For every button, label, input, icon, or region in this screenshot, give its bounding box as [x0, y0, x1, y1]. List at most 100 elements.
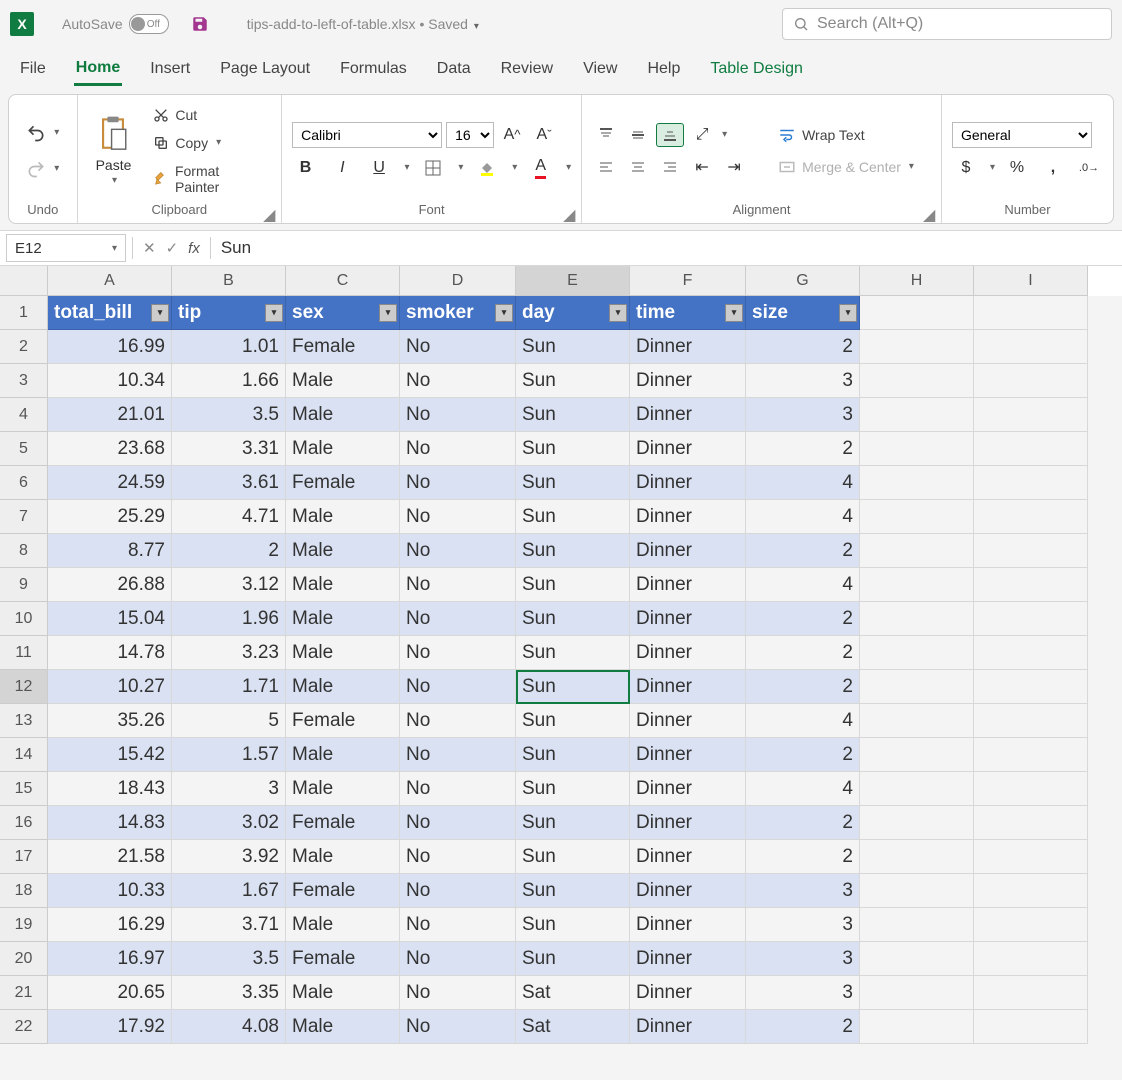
cell-A18[interactable]: 10.33 — [48, 874, 172, 908]
cell-D22[interactable]: No — [400, 1010, 516, 1044]
cell-C3[interactable]: Male — [286, 364, 400, 398]
cell-D13[interactable]: No — [400, 704, 516, 738]
cell-C22[interactable]: Male — [286, 1010, 400, 1044]
cell-G18[interactable]: 3 — [746, 874, 860, 908]
cell-D10[interactable]: No — [400, 602, 516, 636]
filter-button[interactable]: ▾ — [265, 304, 283, 322]
row-header-5[interactable]: 5 — [0, 432, 48, 466]
cell-D9[interactable]: No — [400, 568, 516, 602]
tab-view[interactable]: View — [581, 54, 619, 84]
cell-F21[interactable]: Dinner — [630, 976, 746, 1010]
col-header-H[interactable]: H — [860, 266, 974, 296]
row-header-17[interactable]: 17 — [0, 840, 48, 874]
cell-F15[interactable]: Dinner — [630, 772, 746, 806]
row-header-7[interactable]: 7 — [0, 500, 48, 534]
cell-A19[interactable]: 16.29 — [48, 908, 172, 942]
col-header-D[interactable]: D — [400, 266, 516, 296]
cell-A12[interactable]: 10.27 — [48, 670, 172, 704]
row-header-21[interactable]: 21 — [0, 976, 48, 1010]
cell-I2[interactable] — [974, 330, 1088, 364]
tab-file[interactable]: File — [18, 54, 48, 84]
cell-F19[interactable]: Dinner — [630, 908, 746, 942]
cell-G7[interactable]: 4 — [746, 500, 860, 534]
cell-B13[interactable]: 5 — [172, 704, 286, 738]
cell-A15[interactable]: 18.43 — [48, 772, 172, 806]
align-bottom-button[interactable] — [656, 123, 684, 147]
cell-I16[interactable] — [974, 806, 1088, 840]
cell-A3[interactable]: 10.34 — [48, 364, 172, 398]
cell-C19[interactable]: Male — [286, 908, 400, 942]
cell-C1[interactable]: sex▾ — [286, 296, 400, 330]
cell-C6[interactable]: Female — [286, 466, 400, 500]
cell-B6[interactable]: 3.61 — [172, 466, 286, 500]
cell-E8[interactable]: Sun — [516, 534, 630, 568]
save-icon[interactable] — [191, 15, 209, 33]
cell-I9[interactable] — [974, 568, 1088, 602]
col-header-B[interactable]: B — [172, 266, 286, 296]
cell-E15[interactable]: Sun — [516, 772, 630, 806]
cell-I4[interactable] — [974, 398, 1088, 432]
cell-H3[interactable] — [860, 364, 974, 398]
cell-G9[interactable]: 4 — [746, 568, 860, 602]
increase-decimal-button[interactable]: .0→ — [1075, 156, 1103, 180]
cell-I5[interactable] — [974, 432, 1088, 466]
filter-button[interactable]: ▾ — [151, 304, 169, 322]
cell-D3[interactable]: No — [400, 364, 516, 398]
cell-G14[interactable]: 2 — [746, 738, 860, 772]
cell-I3[interactable] — [974, 364, 1088, 398]
cell-H21[interactable] — [860, 976, 974, 1010]
cell-D14[interactable]: No — [400, 738, 516, 772]
bold-button[interactable]: B — [292, 156, 319, 180]
cell-D15[interactable]: No — [400, 772, 516, 806]
font-color-button[interactable]: A — [527, 156, 554, 180]
cell-A8[interactable]: 8.77 — [48, 534, 172, 568]
align-top-button[interactable] — [592, 123, 620, 147]
filter-button[interactable]: ▾ — [609, 304, 627, 322]
cell-B14[interactable]: 1.57 — [172, 738, 286, 772]
fill-color-button[interactable] — [473, 156, 500, 180]
row-header-15[interactable]: 15 — [0, 772, 48, 806]
cell-H18[interactable] — [860, 874, 974, 908]
cell-F17[interactable]: Dinner — [630, 840, 746, 874]
merge-center-button[interactable]: Merge & Center▾ — [772, 155, 920, 179]
cell-B20[interactable]: 3.5 — [172, 942, 286, 976]
cell-E10[interactable]: Sun — [516, 602, 630, 636]
cell-B22[interactable]: 4.08 — [172, 1010, 286, 1044]
cell-A2[interactable]: 16.99 — [48, 330, 172, 364]
font-launcher[interactable]: ◢ — [563, 205, 577, 219]
cell-C18[interactable]: Female — [286, 874, 400, 908]
row-header-19[interactable]: 19 — [0, 908, 48, 942]
tab-insert[interactable]: Insert — [148, 54, 192, 84]
cell-F22[interactable]: Dinner — [630, 1010, 746, 1044]
decrease-indent-button[interactable]: ⇤ — [688, 155, 716, 179]
cell-G15[interactable]: 4 — [746, 772, 860, 806]
select-all-corner[interactable] — [0, 266, 48, 296]
cell-G21[interactable]: 3 — [746, 976, 860, 1010]
row-header-14[interactable]: 14 — [0, 738, 48, 772]
cell-C5[interactable]: Male — [286, 432, 400, 466]
cell-C9[interactable]: Male — [286, 568, 400, 602]
row-header-2[interactable]: 2 — [0, 330, 48, 364]
decrease-font-button[interactable]: Aˇ — [530, 123, 558, 147]
cell-A4[interactable]: 21.01 — [48, 398, 172, 432]
cell-I19[interactable] — [974, 908, 1088, 942]
cell-A7[interactable]: 25.29 — [48, 500, 172, 534]
cancel-formula-button[interactable]: ✕ — [143, 239, 156, 257]
cell-F1[interactable]: time▾ — [630, 296, 746, 330]
row-header-11[interactable]: 11 — [0, 636, 48, 670]
cell-C7[interactable]: Male — [286, 500, 400, 534]
col-header-E[interactable]: E — [516, 266, 630, 296]
row-header-16[interactable]: 16 — [0, 806, 48, 840]
cell-B19[interactable]: 3.71 — [172, 908, 286, 942]
cell-G8[interactable]: 2 — [746, 534, 860, 568]
cell-H4[interactable] — [860, 398, 974, 432]
cell-D11[interactable]: No — [400, 636, 516, 670]
cell-D20[interactable]: No — [400, 942, 516, 976]
alignment-launcher[interactable]: ◢ — [923, 205, 937, 219]
filter-button[interactable]: ▾ — [495, 304, 513, 322]
cell-B9[interactable]: 3.12 — [172, 568, 286, 602]
cell-D18[interactable]: No — [400, 874, 516, 908]
cell-F18[interactable]: Dinner — [630, 874, 746, 908]
cell-D5[interactable]: No — [400, 432, 516, 466]
cell-A6[interactable]: 24.59 — [48, 466, 172, 500]
